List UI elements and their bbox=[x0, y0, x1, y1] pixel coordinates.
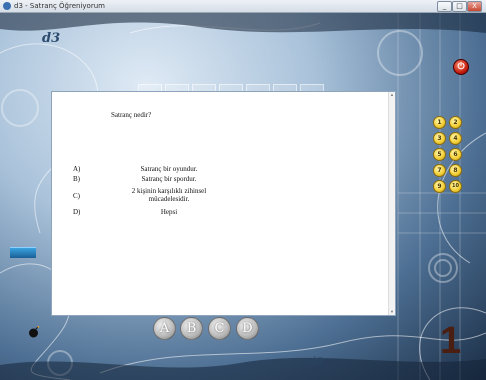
question-5-button[interactable]: 5 bbox=[433, 148, 446, 161]
window-title: d3 - Satranç Öğreniyorum bbox=[14, 2, 105, 10]
question-9-button[interactable]: 9 bbox=[433, 180, 446, 193]
answer-a-button[interactable]: A bbox=[153, 317, 176, 340]
minimize-button[interactable]: _ bbox=[437, 1, 452, 12]
question-3-button[interactable]: 3 bbox=[433, 132, 446, 145]
exit-button[interactable]: ⏻ bbox=[453, 59, 469, 75]
question-panel: Satranç nedir? A) Satranç bir oyundur. B… bbox=[51, 91, 396, 316]
question-10-button[interactable]: 10 bbox=[449, 180, 462, 193]
option-b-text: Satranç bir spordur. bbox=[141, 175, 197, 183]
question-4-button[interactable]: 4 bbox=[449, 132, 462, 145]
bottom-logo: d3 bbox=[309, 355, 324, 368]
app-icon bbox=[3, 2, 11, 10]
option-a-letter: A) bbox=[73, 165, 81, 173]
game-area: d3 ⏻ Satranç nedir? A) Satranç bir oyund… bbox=[0, 13, 486, 380]
option-b-letter: B) bbox=[73, 175, 80, 183]
question-1-button[interactable]: 1 bbox=[433, 116, 446, 129]
power-icon: ⏻ bbox=[457, 62, 465, 72]
question-2-button[interactable]: 2 bbox=[449, 116, 462, 129]
app-logo: d3 bbox=[42, 31, 61, 46]
current-question-number: 1 bbox=[440, 320, 462, 362]
question-scrollbar[interactable]: ▲ ▼ bbox=[388, 92, 395, 315]
window-titlebar: d3 - Satranç Öğreniyorum _ □ X bbox=[0, 0, 486, 13]
close-button[interactable]: X bbox=[467, 1, 482, 12]
answer-b-button[interactable]: B bbox=[180, 317, 203, 340]
answer-d-button[interactable]: D bbox=[236, 317, 259, 340]
scroll-up-icon[interactable]: ▲ bbox=[389, 92, 395, 98]
option-c-letter: C) bbox=[73, 192, 80, 200]
option-d-text: Hepsi bbox=[160, 208, 178, 216]
progress-indicator bbox=[10, 247, 36, 258]
option-c-text: 2 kişinin karşılıklı zihinsel mücadelesi… bbox=[131, 187, 207, 203]
option-d-letter: D) bbox=[73, 208, 81, 216]
scroll-down-icon[interactable]: ▼ bbox=[389, 309, 395, 315]
option-a-text: Satranç bir oyundur. bbox=[140, 165, 198, 173]
bomb-icon bbox=[29, 326, 40, 338]
question-8-button[interactable]: 8 bbox=[449, 164, 462, 177]
answer-c-button[interactable]: C bbox=[208, 317, 231, 340]
question-7-button[interactable]: 7 bbox=[433, 164, 446, 177]
question-text: Satranç nedir? bbox=[111, 111, 152, 119]
question-6-button[interactable]: 6 bbox=[449, 148, 462, 161]
maximize-button[interactable]: □ bbox=[452, 1, 467, 12]
